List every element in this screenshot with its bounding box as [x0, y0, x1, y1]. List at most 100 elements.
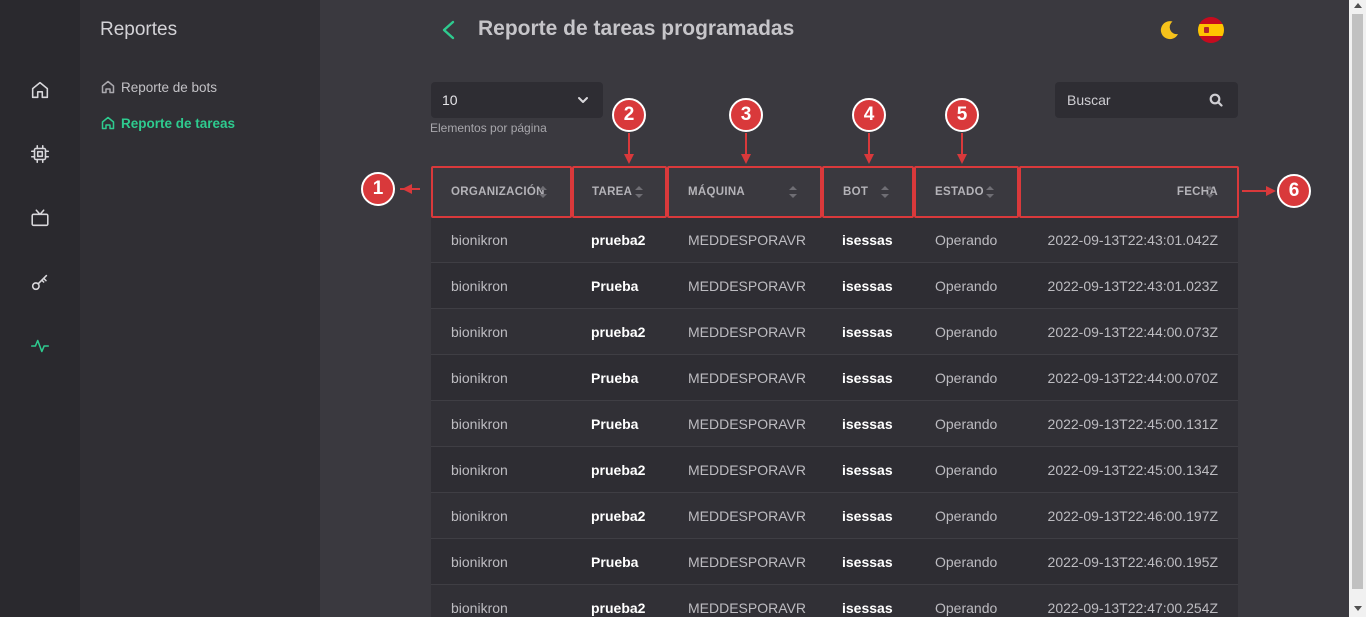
scroll-down-arrow-icon[interactable] — [1354, 606, 1362, 611]
page-title: Reporte de tareas programadas — [478, 17, 795, 40]
cpu-chip-icon[interactable] — [28, 142, 52, 166]
sidebar-item-reporte-bots[interactable]: Reporte de bots — [100, 79, 217, 95]
cell-maquina: MEDDESPORAVR — [688, 324, 806, 340]
cell-fecha: 2022-09-13T22:44:00.073Z — [1047, 324, 1218, 340]
table-row: bionikron prueba2 MEDDESPORAVR isessas Opera… — [431, 447, 1238, 493]
cell-bot: isessas — [842, 554, 893, 570]
cell-bot: isessas — [842, 324, 893, 340]
column-header-estado[interactable]: ESTADO — [935, 167, 994, 217]
annotation-badge-2: 2 — [612, 98, 646, 132]
cell-maquina: MEDDESPORAVR — [688, 462, 806, 478]
spain-flag-icon[interactable] — [1198, 17, 1224, 43]
cell-fecha: 2022-09-13T22:46:00.195Z — [1047, 554, 1218, 570]
column-header-tarea[interactable]: TAREA — [592, 167, 643, 217]
cell-bot: isessas — [842, 600, 893, 616]
cell-tarea: prueba2 — [591, 600, 646, 616]
cell-tarea: Prueba — [591, 278, 639, 294]
annotation-badge-1: 1 — [361, 172, 395, 206]
search-box[interactable] — [1055, 82, 1238, 118]
page-size-select[interactable]: 10 — [431, 82, 603, 118]
cell-organizacion: bionikron — [451, 462, 508, 478]
cell-fecha: 2022-09-13T22:43:01.042Z — [1047, 232, 1218, 248]
reports-sidebar: Reportes Reporte de bots Reporte de tare… — [80, 0, 320, 617]
table-row: bionikron prueba2 MEDDESPORAVR isessas Opera… — [431, 493, 1238, 539]
cell-bot: isessas — [842, 462, 893, 478]
cell-fecha: 2022-09-13T22:44:00.070Z — [1047, 370, 1218, 386]
cell-maquina: MEDDESPORAVR — [688, 600, 806, 616]
cell-maquina: MEDDESPORAVR — [688, 232, 806, 248]
sidebar-title: Reportes — [100, 19, 178, 40]
cell-organizacion: bionikron — [451, 370, 508, 386]
cell-organizacion: bionikron — [451, 416, 508, 432]
cell-organizacion: bionikron — [451, 232, 508, 248]
table-row: bionikron Prueba MEDDESPORAVR isessas Operan… — [431, 355, 1238, 401]
sidebar-item-label: Reporte de tareas — [121, 115, 236, 131]
search-icon[interactable] — [1209, 93, 1223, 107]
cell-tarea: Prueba — [591, 370, 639, 386]
sort-icon — [986, 186, 994, 198]
chevron-down-icon — [578, 97, 588, 103]
cell-bot: isessas — [842, 508, 893, 524]
cell-maquina: MEDDESPORAVR — [688, 416, 806, 432]
cell-tarea: prueba2 — [591, 324, 646, 340]
sort-icon — [789, 186, 797, 198]
annotation-badge-5: 5 — [945, 98, 979, 132]
cell-organizacion: bionikron — [451, 554, 508, 570]
home-icon — [101, 80, 115, 94]
cell-estado: Operando — [935, 324, 998, 340]
cell-tarea: Prueba — [591, 554, 639, 570]
moon-icon[interactable] — [1157, 18, 1181, 42]
activity-icon[interactable] — [28, 334, 52, 358]
scrollbar-thumb[interactable] — [1352, 14, 1363, 589]
cell-estado: Operando — [935, 508, 998, 524]
cell-tarea: prueba2 — [591, 232, 646, 248]
cell-bot: isessas — [842, 416, 893, 432]
sort-icon — [1206, 186, 1214, 198]
cell-tarea: prueba2 — [591, 508, 646, 524]
icon-rail — [0, 0, 80, 617]
sidebar-item-reporte-tareas[interactable]: Reporte de tareas — [100, 115, 235, 131]
cell-estado: Operando — [935, 370, 998, 386]
page-size-label: Elementos por página — [430, 121, 547, 135]
cell-fecha: 2022-09-13T22:46:00.197Z — [1047, 508, 1218, 524]
cell-organizacion: bionikron — [451, 324, 508, 340]
table-body: bionikron prueba2 MEDDESPORAVR isessas Opera… — [431, 217, 1238, 617]
cell-organizacion: bionikron — [451, 508, 508, 524]
annotation-badge-6: 6 — [1277, 174, 1311, 208]
table-row: bionikron Prueba MEDDESPORAVR isessas Operan… — [431, 539, 1238, 585]
column-header-maquina[interactable]: MÁQUINA — [688, 167, 797, 217]
scroll-up-arrow-icon[interactable] — [1354, 3, 1362, 8]
sort-icon — [881, 186, 889, 198]
page-size-value: 10 — [442, 92, 458, 108]
chevron-left-icon[interactable] — [438, 18, 460, 42]
sort-icon — [635, 186, 643, 198]
annotation-badge-4: 4 — [852, 98, 886, 132]
cell-estado: Operando — [935, 600, 998, 616]
sort-icon — [539, 186, 547, 198]
cell-bot: isessas — [842, 370, 893, 386]
home-icon[interactable] — [28, 78, 52, 102]
cell-estado: Operando — [935, 554, 998, 570]
cell-estado: Operando — [935, 416, 998, 432]
cell-maquina: MEDDESPORAVR — [688, 508, 806, 524]
cell-maquina: MEDDESPORAVR — [688, 370, 806, 386]
column-header-bot[interactable]: BOT — [843, 167, 889, 217]
cell-fecha: 2022-09-13T22:43:01.023Z — [1047, 278, 1218, 294]
cell-maquina: MEDDESPORAVR — [688, 554, 806, 570]
cell-organizacion: bionikron — [451, 278, 508, 294]
cell-estado: Operando — [935, 232, 998, 248]
key-icon[interactable] — [28, 270, 52, 294]
cell-fecha: 2022-09-13T22:45:00.131Z — [1047, 416, 1218, 432]
column-header-organizacion[interactable]: ORGANIZACIÓN — [451, 167, 547, 217]
cell-tarea: prueba2 — [591, 462, 646, 478]
home-icon — [101, 116, 115, 130]
cell-bot: isessas — [842, 278, 893, 294]
cell-fecha: 2022-09-13T22:47:00.254Z — [1047, 600, 1218, 616]
cell-bot: isessas — [842, 232, 893, 248]
table-row: bionikron prueba2 MEDDESPORAVR isessas Opera… — [431, 309, 1238, 355]
tv-icon[interactable] — [28, 206, 52, 230]
search-input[interactable] — [1067, 92, 1197, 108]
table-row: bionikron prueba2 MEDDESPORAVR isessas Opera… — [431, 585, 1238, 617]
column-header-fecha[interactable]: FECHA — [1177, 167, 1218, 217]
cell-estado: Operando — [935, 278, 998, 294]
